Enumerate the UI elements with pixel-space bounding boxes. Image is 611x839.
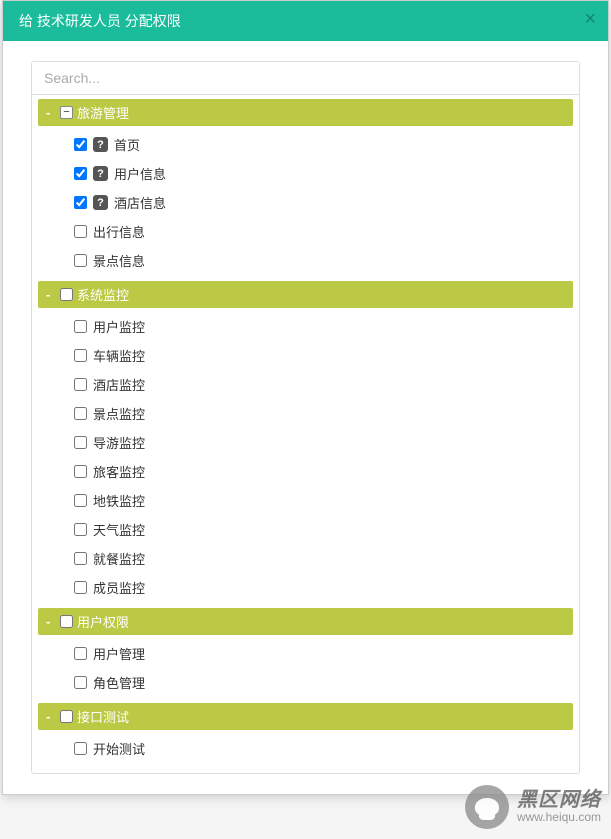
modal-header: 给 技术研发人员 分配权限 × xyxy=(3,1,608,41)
item-checkbox[interactable] xyxy=(74,167,87,180)
item-checkbox[interactable] xyxy=(74,196,87,209)
help-icon: ? xyxy=(93,195,108,210)
item-label: 就餐监控 xyxy=(93,549,145,568)
item-label: 出行信息 xyxy=(93,222,145,241)
collapse-toggle-icon[interactable]: - xyxy=(46,105,56,120)
help-icon: ? xyxy=(93,166,108,181)
item-checkbox[interactable] xyxy=(74,465,87,478)
tree-item[interactable]: 成员监控 xyxy=(72,573,573,602)
item-checkbox[interactable] xyxy=(74,138,87,151)
item-label: 角色管理 xyxy=(93,673,145,692)
tree-item[interactable]: 天气监控 xyxy=(72,515,573,544)
item-checkbox[interactable] xyxy=(74,581,87,594)
group-header[interactable]: - 用户权限 xyxy=(38,608,573,635)
item-label: 成员监控 xyxy=(93,578,145,597)
tree-item[interactable]: 角色管理 xyxy=(72,668,573,697)
group-header[interactable]: - 接口测试 xyxy=(38,703,573,730)
item-checkbox[interactable] xyxy=(74,378,87,391)
group-label: 接口测试 xyxy=(77,707,129,726)
item-label: 旅客监控 xyxy=(93,462,145,481)
collapse-toggle-icon[interactable]: - xyxy=(46,287,56,302)
item-label: 用户信息 xyxy=(114,164,166,183)
group-children: 用户监控车辆监控酒店监控景点监控导游监控旅客监控地铁监控天气监控就餐监控成员监控 xyxy=(38,308,573,606)
item-checkbox[interactable] xyxy=(74,552,87,565)
item-label: 首页 xyxy=(114,135,140,154)
group-children: 用户管理角色管理 xyxy=(38,635,573,701)
item-label: 景点信息 xyxy=(93,251,145,270)
tree-item[interactable]: 酒店监控 xyxy=(72,370,573,399)
item-label: 用户管理 xyxy=(93,644,145,663)
item-checkbox[interactable] xyxy=(74,349,87,362)
group-header[interactable]: - 系统监控 xyxy=(38,281,573,308)
tree-group: - 接口测试开始测试 xyxy=(38,703,573,767)
tree-item[interactable]: 用户管理 xyxy=(72,639,573,668)
tree-item[interactable]: ? 用户信息 xyxy=(72,159,573,188)
close-icon[interactable]: × xyxy=(584,9,596,29)
group-children: 开始测试 xyxy=(38,730,573,767)
group-header[interactable]: -−旅游管理 xyxy=(38,99,573,126)
group-label: 系统监控 xyxy=(77,285,129,304)
item-label: 车辆监控 xyxy=(93,346,145,365)
item-label: 景点监控 xyxy=(93,404,145,423)
item-label: 地铁监控 xyxy=(93,491,145,510)
search-input[interactable] xyxy=(32,62,579,95)
tree-item[interactable]: 地铁监控 xyxy=(72,486,573,515)
item-checkbox[interactable] xyxy=(74,225,87,238)
modal-body: -−旅游管理?首页?用户信息?酒店信息出行信息景点信息-系统监控用户监控车辆监控… xyxy=(3,41,608,794)
item-checkbox[interactable] xyxy=(74,407,87,420)
item-label: 酒店监控 xyxy=(93,375,145,394)
item-checkbox[interactable] xyxy=(74,742,87,755)
tree-group: - 用户权限用户管理角色管理 xyxy=(38,608,573,701)
item-label: 用户监控 xyxy=(93,317,145,336)
collapse-toggle-icon[interactable]: - xyxy=(46,614,56,629)
item-checkbox[interactable] xyxy=(74,676,87,689)
tree-item[interactable]: 用户监控 xyxy=(72,312,573,341)
group-label: 旅游管理 xyxy=(77,103,129,122)
item-checkbox[interactable] xyxy=(74,436,87,449)
item-label: 酒店信息 xyxy=(114,193,166,212)
item-checkbox[interactable] xyxy=(74,494,87,507)
watermark-sub: www.heiqu.com xyxy=(517,811,601,824)
tree-item[interactable]: 出行信息 xyxy=(72,217,573,246)
tree-item[interactable]: 景点监控 xyxy=(72,399,573,428)
item-checkbox[interactable] xyxy=(74,647,87,660)
tree-panel: -−旅游管理?首页?用户信息?酒店信息出行信息景点信息-系统监控用户监控车辆监控… xyxy=(31,61,580,774)
modal-title: 给 技术研发人员 分配权限 xyxy=(19,13,181,29)
item-checkbox[interactable] xyxy=(74,523,87,536)
collapse-toggle-icon[interactable]: - xyxy=(46,709,56,724)
tree-item[interactable]: 景点信息 xyxy=(72,246,573,275)
tree-group: -−旅游管理? 首页? 用户信息? 酒店信息出行信息景点信息 xyxy=(38,99,573,279)
help-icon: ? xyxy=(93,137,108,152)
permission-modal: 给 技术研发人员 分配权限 × -−旅游管理?首页?用户信息?酒店信息出行信息景… xyxy=(2,0,609,795)
tree-group: - 系统监控用户监控车辆监控酒店监控景点监控导游监控旅客监控地铁监控天气监控就餐监… xyxy=(38,281,573,606)
group-checkbox[interactable] xyxy=(60,710,73,723)
tree-item[interactable]: 开始测试 xyxy=(72,734,573,763)
indeterminate-checkbox-icon[interactable]: − xyxy=(60,106,73,119)
tree-root: -−旅游管理?首页?用户信息?酒店信息出行信息景点信息-系统监控用户监控车辆监控… xyxy=(32,95,579,773)
item-label: 天气监控 xyxy=(93,520,145,539)
tree-item[interactable]: ? 酒店信息 xyxy=(72,188,573,217)
group-children: ? 首页? 用户信息? 酒店信息出行信息景点信息 xyxy=(38,126,573,279)
item-checkbox[interactable] xyxy=(74,254,87,267)
group-checkbox[interactable] xyxy=(60,288,73,301)
tree-item[interactable]: ? 首页 xyxy=(72,130,573,159)
group-label: 用户权限 xyxy=(77,612,129,631)
tree-item[interactable]: 车辆监控 xyxy=(72,341,573,370)
tree-item[interactable]: 导游监控 xyxy=(72,428,573,457)
group-checkbox[interactable] xyxy=(60,615,73,628)
item-label: 开始测试 xyxy=(93,739,145,758)
item-checkbox[interactable] xyxy=(74,320,87,333)
tree-item[interactable]: 就餐监控 xyxy=(72,544,573,573)
tree-item[interactable]: 旅客监控 xyxy=(72,457,573,486)
item-label: 导游监控 xyxy=(93,433,145,452)
